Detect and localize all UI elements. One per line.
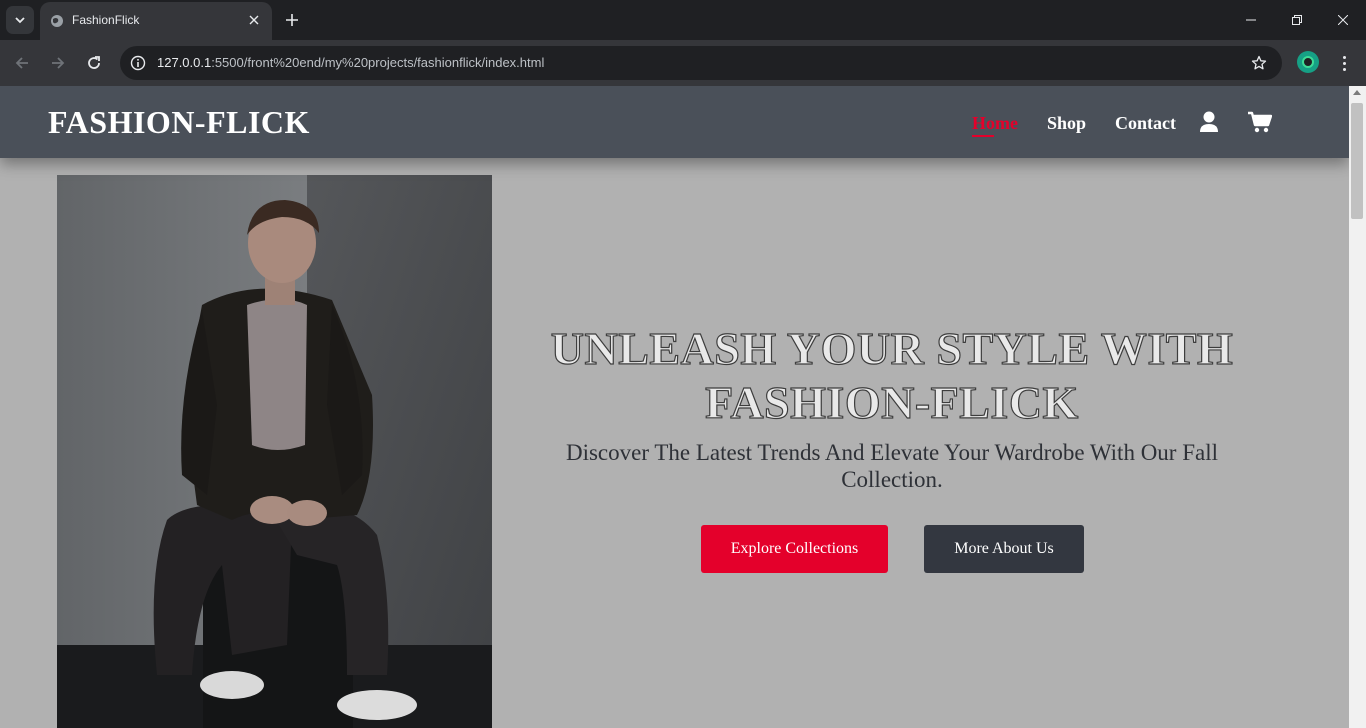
tab-search-button[interactable] [6,6,34,34]
hero-subtitle: Discover The Latest Trends And Elevate Y… [565,440,1218,492]
url-text[interactable]: 127.0.0.1:5500/front%20end/my%20projects… [157,55,544,70]
url-host: 127.0.0.1 [157,55,212,70]
nav-home-link[interactable]: Home [972,113,1018,134]
close-icon [249,15,259,25]
active-nav-underline [972,135,994,137]
forward-button[interactable] [46,51,70,75]
nav-contact-link[interactable]: Contact [1115,113,1176,134]
address-bar[interactable]: 127.0.0.1:5500/front%20end/my%20projects… [120,46,1282,80]
site-info-icon [130,55,146,71]
scroll-up-arrow-icon[interactable] [1353,90,1361,95]
page-viewport: FASHION-FLICK Home Shop Contact UNLEASH … [0,86,1349,728]
page-scrollbar[interactable] [1349,86,1366,728]
hero-title: UNLEASH YOUR STYLE WITH FASHION-FLICK [550,322,1234,428]
cart-icon[interactable] [1248,111,1272,133]
browser-toolbar: 127.0.0.1:5500/front%20end/my%20projects… [0,40,1366,86]
back-arrow-icon [15,57,28,69]
user-icon[interactable] [1199,111,1219,133]
scroll-thumb[interactable] [1351,103,1363,219]
more-vert-icon[interactable] [1334,51,1354,75]
nav-shop-link[interactable]: Shop [1047,113,1086,134]
hero-model-image [57,175,492,728]
globe-icon [51,15,63,27]
new-tab-button[interactable] [282,10,302,30]
reload-icon [88,56,100,69]
explore-collections-button[interactable]: Explore Collections [701,525,888,573]
minimize-icon [1246,19,1256,21]
tab-close-button[interactable] [246,12,262,28]
bookmark-button[interactable] [1250,54,1268,72]
minimize-button[interactable] [1228,0,1274,40]
browser-tab[interactable]: FashionFlick [40,2,272,40]
back-button[interactable] [10,51,34,75]
site-logo[interactable]: FASHION-FLICK [48,104,310,141]
chevron-down-icon [15,17,25,24]
url-path: :5500/front%20end/my%20projects/fashionf… [211,55,545,70]
reload-button[interactable] [82,51,106,75]
star-icon [1251,55,1267,70]
extension-icon[interactable] [1297,51,1319,73]
model-illustration [57,175,492,728]
restore-button[interactable] [1274,0,1320,40]
forward-arrow-icon [52,57,65,69]
close-window-button[interactable] [1320,0,1366,40]
more-about-us-button[interactable]: More About Us [924,525,1084,573]
browser-tab-strip: FashionFlick [0,0,1366,40]
site-header: FASHION-FLICK Home Shop Contact [0,86,1349,158]
restore-icon [1292,15,1302,25]
plus-icon [286,14,298,26]
tab-title: FashionFlick [72,13,140,27]
site-info-button[interactable] [129,54,147,72]
close-window-icon [1338,15,1348,25]
